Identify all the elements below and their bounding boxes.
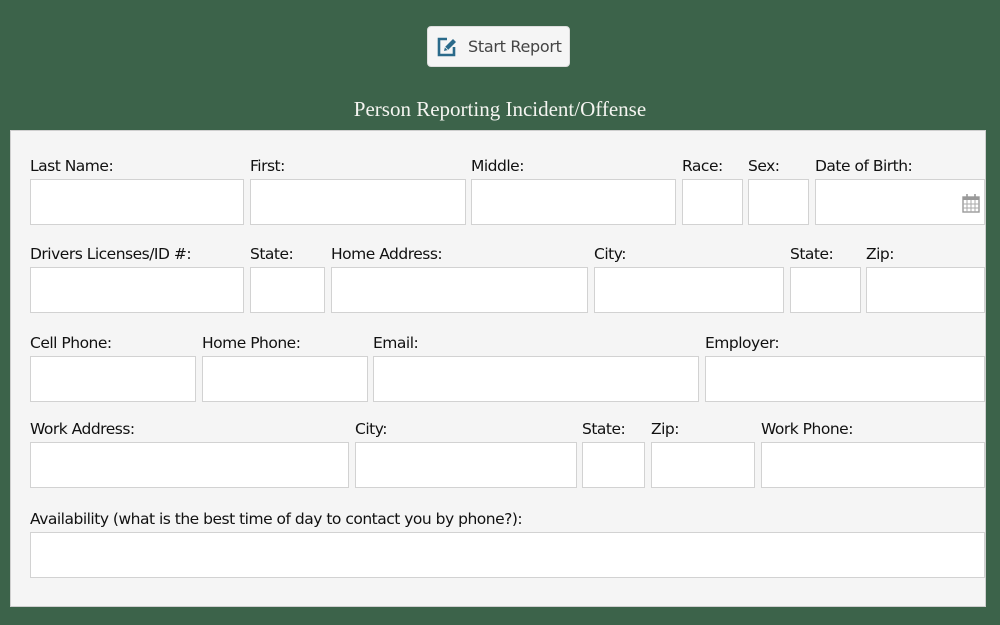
- drivers-license-label: Drivers Licenses/ID #:: [30, 245, 192, 263]
- first-name-input[interactable]: [251, 180, 465, 224]
- email-input[interactable]: [374, 357, 698, 401]
- home-city-label: City:: [594, 245, 626, 263]
- work-address-label: Work Address:: [30, 420, 135, 438]
- middle-name-input[interactable]: [472, 180, 675, 224]
- calendar-icon[interactable]: [962, 193, 980, 213]
- start-report-button[interactable]: Start Report: [427, 26, 570, 67]
- person-reporting-form: Last Name: First: Middle: Race: Sex: Dat…: [10, 130, 986, 607]
- home-address-input[interactable]: [332, 268, 587, 312]
- home-address-label: Home Address:: [331, 245, 443, 263]
- work-phone-label: Work Phone:: [761, 420, 853, 438]
- availability-input[interactable]: [31, 533, 984, 577]
- work-zip-input[interactable]: [652, 443, 754, 487]
- section-title: Person Reporting Incident/Offense: [353, 97, 647, 121]
- availability-label: Availability (what is the best time of d…: [30, 510, 523, 528]
- home-phone-input[interactable]: [203, 357, 367, 401]
- dob-input[interactable]: [816, 180, 984, 224]
- employer-input[interactable]: [706, 357, 984, 401]
- work-city-input[interactable]: [356, 443, 576, 487]
- cell-phone-label: Cell Phone:: [30, 334, 112, 352]
- work-phone-input[interactable]: [762, 443, 984, 487]
- cell-phone-input[interactable]: [31, 357, 195, 401]
- work-state-label: State:: [582, 420, 626, 438]
- sex-label: Sex:: [748, 157, 780, 175]
- middle-name-label: Middle:: [471, 157, 524, 175]
- sex-input[interactable]: [749, 180, 808, 224]
- dl-state-label: State:: [250, 245, 294, 263]
- dl-state-input[interactable]: [251, 268, 324, 312]
- home-phone-label: Home Phone:: [202, 334, 301, 352]
- home-state-label: State:: [790, 245, 834, 263]
- drivers-license-input[interactable]: [31, 268, 243, 312]
- email-label: Email:: [373, 334, 419, 352]
- home-zip-label: Zip:: [866, 245, 895, 263]
- edit-icon: [436, 36, 458, 58]
- work-zip-label: Zip:: [651, 420, 680, 438]
- race-input[interactable]: [683, 180, 742, 224]
- home-city-input[interactable]: [595, 268, 783, 312]
- last-name-label: Last Name:: [30, 157, 114, 175]
- employer-label: Employer:: [705, 334, 780, 352]
- first-name-label: First:: [250, 157, 285, 175]
- race-label: Race:: [682, 157, 723, 175]
- home-zip-input[interactable]: [867, 268, 984, 312]
- work-city-label: City:: [355, 420, 387, 438]
- start-report-label: Start Report: [468, 37, 562, 56]
- home-state-input[interactable]: [791, 268, 860, 312]
- work-address-input[interactable]: [31, 443, 348, 487]
- work-state-input[interactable]: [583, 443, 644, 487]
- dob-label: Date of Birth:: [815, 157, 913, 175]
- last-name-input[interactable]: [31, 180, 243, 224]
